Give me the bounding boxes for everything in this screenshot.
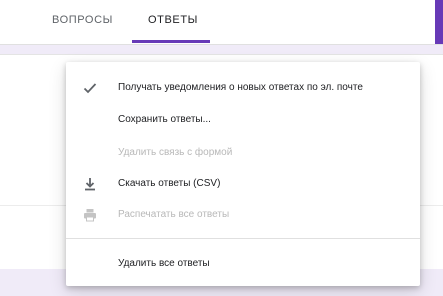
header-accent-strip bbox=[435, 0, 443, 44]
print-icon bbox=[81, 206, 99, 224]
forms-responses-page: ВОПРОСЫ ОТВЕТЫ Получать уведомления о но… bbox=[0, 0, 443, 296]
menu-item-download-csv[interactable]: Скачать ответы (CSV) bbox=[66, 170, 420, 200]
menu-item-label: Скачать ответы (CSV) bbox=[118, 178, 221, 189]
active-tab-indicator bbox=[132, 40, 210, 43]
menu-item-label: Распечатать все ответы bbox=[118, 209, 230, 220]
tab-bar: ВОПРОСЫ ОТВЕТЫ bbox=[0, 0, 443, 45]
menu-divider bbox=[66, 238, 420, 239]
menu-item-label: Удалить все ответы bbox=[118, 258, 210, 269]
check-icon bbox=[81, 79, 99, 97]
menu-item-label: Получать уведомления о новых ответах по … bbox=[118, 82, 363, 93]
menu-item-email-notifications[interactable]: Получать уведомления о новых ответах по … bbox=[66, 74, 420, 104]
menu-item-label: Сохранить ответы... bbox=[118, 114, 211, 125]
download-icon bbox=[81, 175, 99, 193]
tab-responses[interactable]: ОТВЕТЫ bbox=[148, 14, 198, 26]
tab-questions[interactable]: ВОПРОСЫ bbox=[52, 14, 113, 26]
menu-item-unlink-form: Удалить связь с формой bbox=[66, 139, 420, 169]
menu-item-delete-all[interactable]: Удалить все ответы bbox=[66, 250, 420, 280]
menu-item-label: Удалить связь с формой bbox=[118, 147, 233, 158]
menu-item-print-all: Распечатать все ответы bbox=[66, 201, 420, 231]
responses-options-menu: Получать уведомления о новых ответах по … bbox=[66, 62, 420, 286]
menu-item-save-responses[interactable]: Сохранить ответы... bbox=[66, 106, 420, 136]
